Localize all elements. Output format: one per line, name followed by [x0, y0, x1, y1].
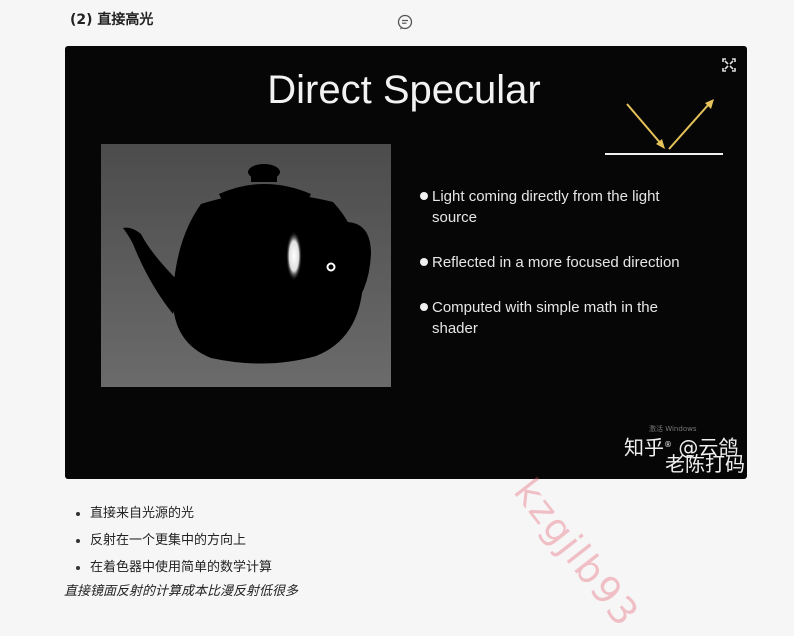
slide-bullet: Reflected in a more focused direction	[420, 252, 690, 273]
slide-bullet: Light coming directly from the light sou…	[420, 186, 690, 228]
slide-image: Direct Specular Light coming directly fr…	[65, 46, 747, 479]
reflected-ray	[668, 103, 710, 150]
comment-icon[interactable]	[397, 14, 413, 30]
notes-list: 直接来自光源的光 反射在一个更集中的方向上 在着色器中使用简单的数学计算	[74, 500, 272, 581]
incident-ray	[626, 103, 663, 146]
light-marker	[326, 262, 336, 272]
teapot-render	[101, 144, 391, 387]
specular-highlight	[286, 231, 302, 281]
note-item: 直接来自光源的光	[74, 500, 272, 527]
expand-icon[interactable]	[722, 58, 736, 72]
section-heading: (2) 直接高光	[70, 12, 154, 28]
os-activation-overlay: 激活 Windows	[649, 425, 697, 433]
slide-bullet-list: Light coming directly from the light sou…	[420, 186, 690, 363]
reflection-diagram	[605, 99, 723, 155]
note-item: 反射在一个更集中的方向上	[74, 527, 272, 554]
summary-text: 直接镜面反射的计算成本比漫反射低很多	[64, 584, 299, 599]
watermark-text: kzgjlb93	[505, 470, 649, 636]
note-item: 在着色器中使用简单的数学计算	[74, 554, 272, 581]
teapot-shape	[123, 164, 371, 364]
logo-line-2: 老陈打码	[665, 452, 745, 476]
slide-bullet: Computed with simple math in the shader	[420, 297, 690, 339]
